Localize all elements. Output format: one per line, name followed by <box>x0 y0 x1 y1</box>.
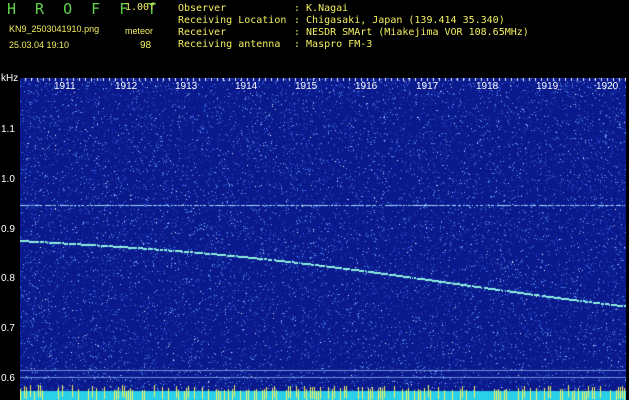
datetime-label: 25.03.04 19:10 <box>9 40 70 50</box>
y-unit-label: kHz <box>1 73 19 84</box>
y-tick-label: 0.8 <box>1 273 15 284</box>
time-label: 1914 <box>235 81 258 92</box>
filename-label: KN9_2503041910.png <box>9 24 100 34</box>
time-label: 1915 <box>295 81 318 92</box>
time-label: 1920 <box>596 81 619 92</box>
receiver-label: Receiver <box>178 27 227 38</box>
time-label: 1911 <box>54 81 76 92</box>
location-value: : Chigasaki, Japan (139.414 35.340) <box>294 15 505 26</box>
time-label: 1916 <box>355 81 378 92</box>
y-tick-label: 1.0 <box>1 174 15 185</box>
spectrogram: 1911 1912 1913 1914 1915 1916 1917 1918 … <box>20 78 626 400</box>
time-label: 1912 <box>115 81 138 92</box>
y-tick-label: 1.1 <box>1 124 15 135</box>
mode-label: meteor <box>125 26 154 36</box>
observer-label: Observer <box>178 3 227 14</box>
time-label: 1917 <box>416 81 439 92</box>
y-tick-label: 0.6 <box>1 373 15 384</box>
antenna-value: : Maspro FM-3 <box>294 39 373 50</box>
version-label: 1.00f <box>125 2 156 13</box>
count-label: 98 <box>140 40 152 51</box>
spectrogram-canvas <box>20 78 626 400</box>
y-tick-label: 0.9 <box>1 224 15 235</box>
observer-value: : K.Nagai <box>294 3 349 14</box>
location-label: Receiving Location <box>178 15 287 26</box>
time-label: 1913 <box>175 81 198 92</box>
time-label: 1918 <box>476 81 499 92</box>
time-label: 1919 <box>536 81 559 92</box>
receiver-value: : NESDR SMArt (Miakejima VOR 108.65MHz) <box>294 27 529 38</box>
antenna-label: Receiving antenna <box>178 39 281 50</box>
y-tick-label: 0.7 <box>1 323 15 334</box>
